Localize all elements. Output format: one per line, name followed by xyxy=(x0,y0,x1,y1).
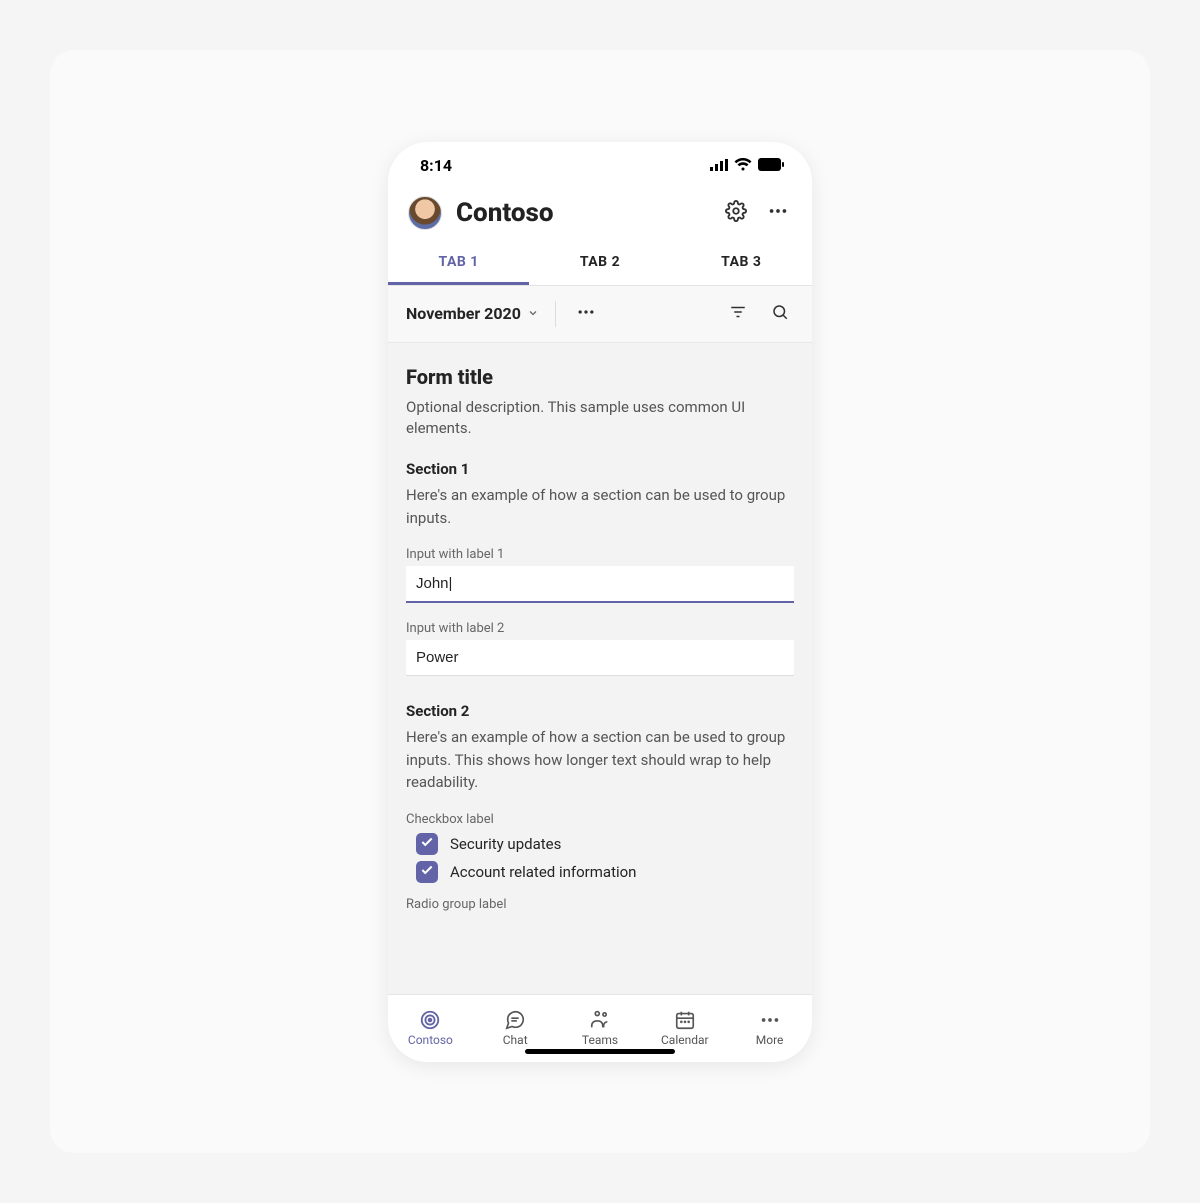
more-horizontal-icon xyxy=(576,302,596,326)
search-button[interactable] xyxy=(766,300,794,328)
checkbox-1[interactable] xyxy=(416,833,438,855)
nav-more[interactable]: More xyxy=(727,995,812,1062)
nav-more-label: More xyxy=(756,1033,784,1047)
checkbox-2-label: Account related information xyxy=(450,863,636,881)
check-icon xyxy=(420,863,434,881)
tab-2[interactable]: TAB 2 xyxy=(529,242,670,285)
check-icon xyxy=(420,835,434,853)
input2-field[interactable] xyxy=(406,640,794,676)
status-bar: 8:14 xyxy=(388,146,812,186)
section2-description: Here's an example of how a section can b… xyxy=(406,726,794,794)
calendar-icon xyxy=(674,1009,696,1031)
status-time: 8:14 xyxy=(420,156,452,175)
nav-contoso[interactable]: Contoso xyxy=(388,995,473,1062)
section1-title: Section 1 xyxy=(406,460,794,478)
nav-teams-label: Teams xyxy=(582,1033,618,1047)
radio-group-label: Radio group label xyxy=(406,897,794,912)
more-button[interactable] xyxy=(764,199,792,227)
tab-1[interactable]: TAB 1 xyxy=(388,242,529,285)
form-title: Form title xyxy=(406,365,794,389)
checkbox-row-1[interactable]: Security updates xyxy=(416,833,794,855)
section2-title: Section 2 xyxy=(406,702,794,720)
app-header: Contoso xyxy=(388,186,812,242)
checkbox-1-label: Security updates xyxy=(450,835,561,853)
home-indicator[interactable] xyxy=(525,1049,675,1054)
cellular-icon xyxy=(710,156,728,175)
section1-description: Here's an example of how a section can b… xyxy=(406,484,794,529)
input2-label: Input with label 2 xyxy=(406,621,794,636)
app-title: Contoso xyxy=(456,198,708,228)
subheader-more-button[interactable] xyxy=(572,300,600,328)
chat-icon xyxy=(504,1009,526,1031)
checkbox-2[interactable] xyxy=(416,861,438,883)
avatar[interactable] xyxy=(408,196,442,230)
input1-label: Input with label 1 xyxy=(406,547,794,562)
month-label: November 2020 xyxy=(406,304,521,323)
status-icons xyxy=(710,156,784,175)
more-horizontal-icon xyxy=(767,200,789,226)
checkbox-row-2[interactable]: Account related information xyxy=(416,861,794,883)
phone-frame: 8:14 Contoso xyxy=(388,142,812,1062)
tab-bar: TAB 1 TAB 2 TAB 3 xyxy=(388,242,812,286)
month-selector[interactable]: November 2020 xyxy=(406,304,539,323)
nav-chat-label: Chat xyxy=(503,1033,528,1047)
divider xyxy=(555,301,556,327)
input1-field[interactable] xyxy=(406,566,794,603)
settings-button[interactable] xyxy=(722,199,750,227)
contoso-icon xyxy=(419,1009,441,1031)
more-horizontal-icon xyxy=(759,1009,781,1031)
form-content: Form title Optional description. This sa… xyxy=(388,343,812,994)
checkbox-group-label: Checkbox label xyxy=(406,812,794,827)
nav-contoso-label: Contoso xyxy=(408,1033,453,1047)
chevron-down-icon xyxy=(527,304,539,323)
search-icon xyxy=(771,303,789,325)
filter-icon xyxy=(729,303,747,325)
form-description: Optional description. This sample uses c… xyxy=(406,397,794,441)
gear-icon xyxy=(725,200,747,226)
subheader: November 2020 xyxy=(388,286,812,343)
nav-calendar-label: Calendar xyxy=(661,1033,709,1047)
tab-3[interactable]: TAB 3 xyxy=(671,242,812,285)
wifi-icon xyxy=(734,156,752,175)
teams-icon xyxy=(588,1009,612,1031)
battery-icon xyxy=(758,156,784,175)
filter-button[interactable] xyxy=(724,300,752,328)
